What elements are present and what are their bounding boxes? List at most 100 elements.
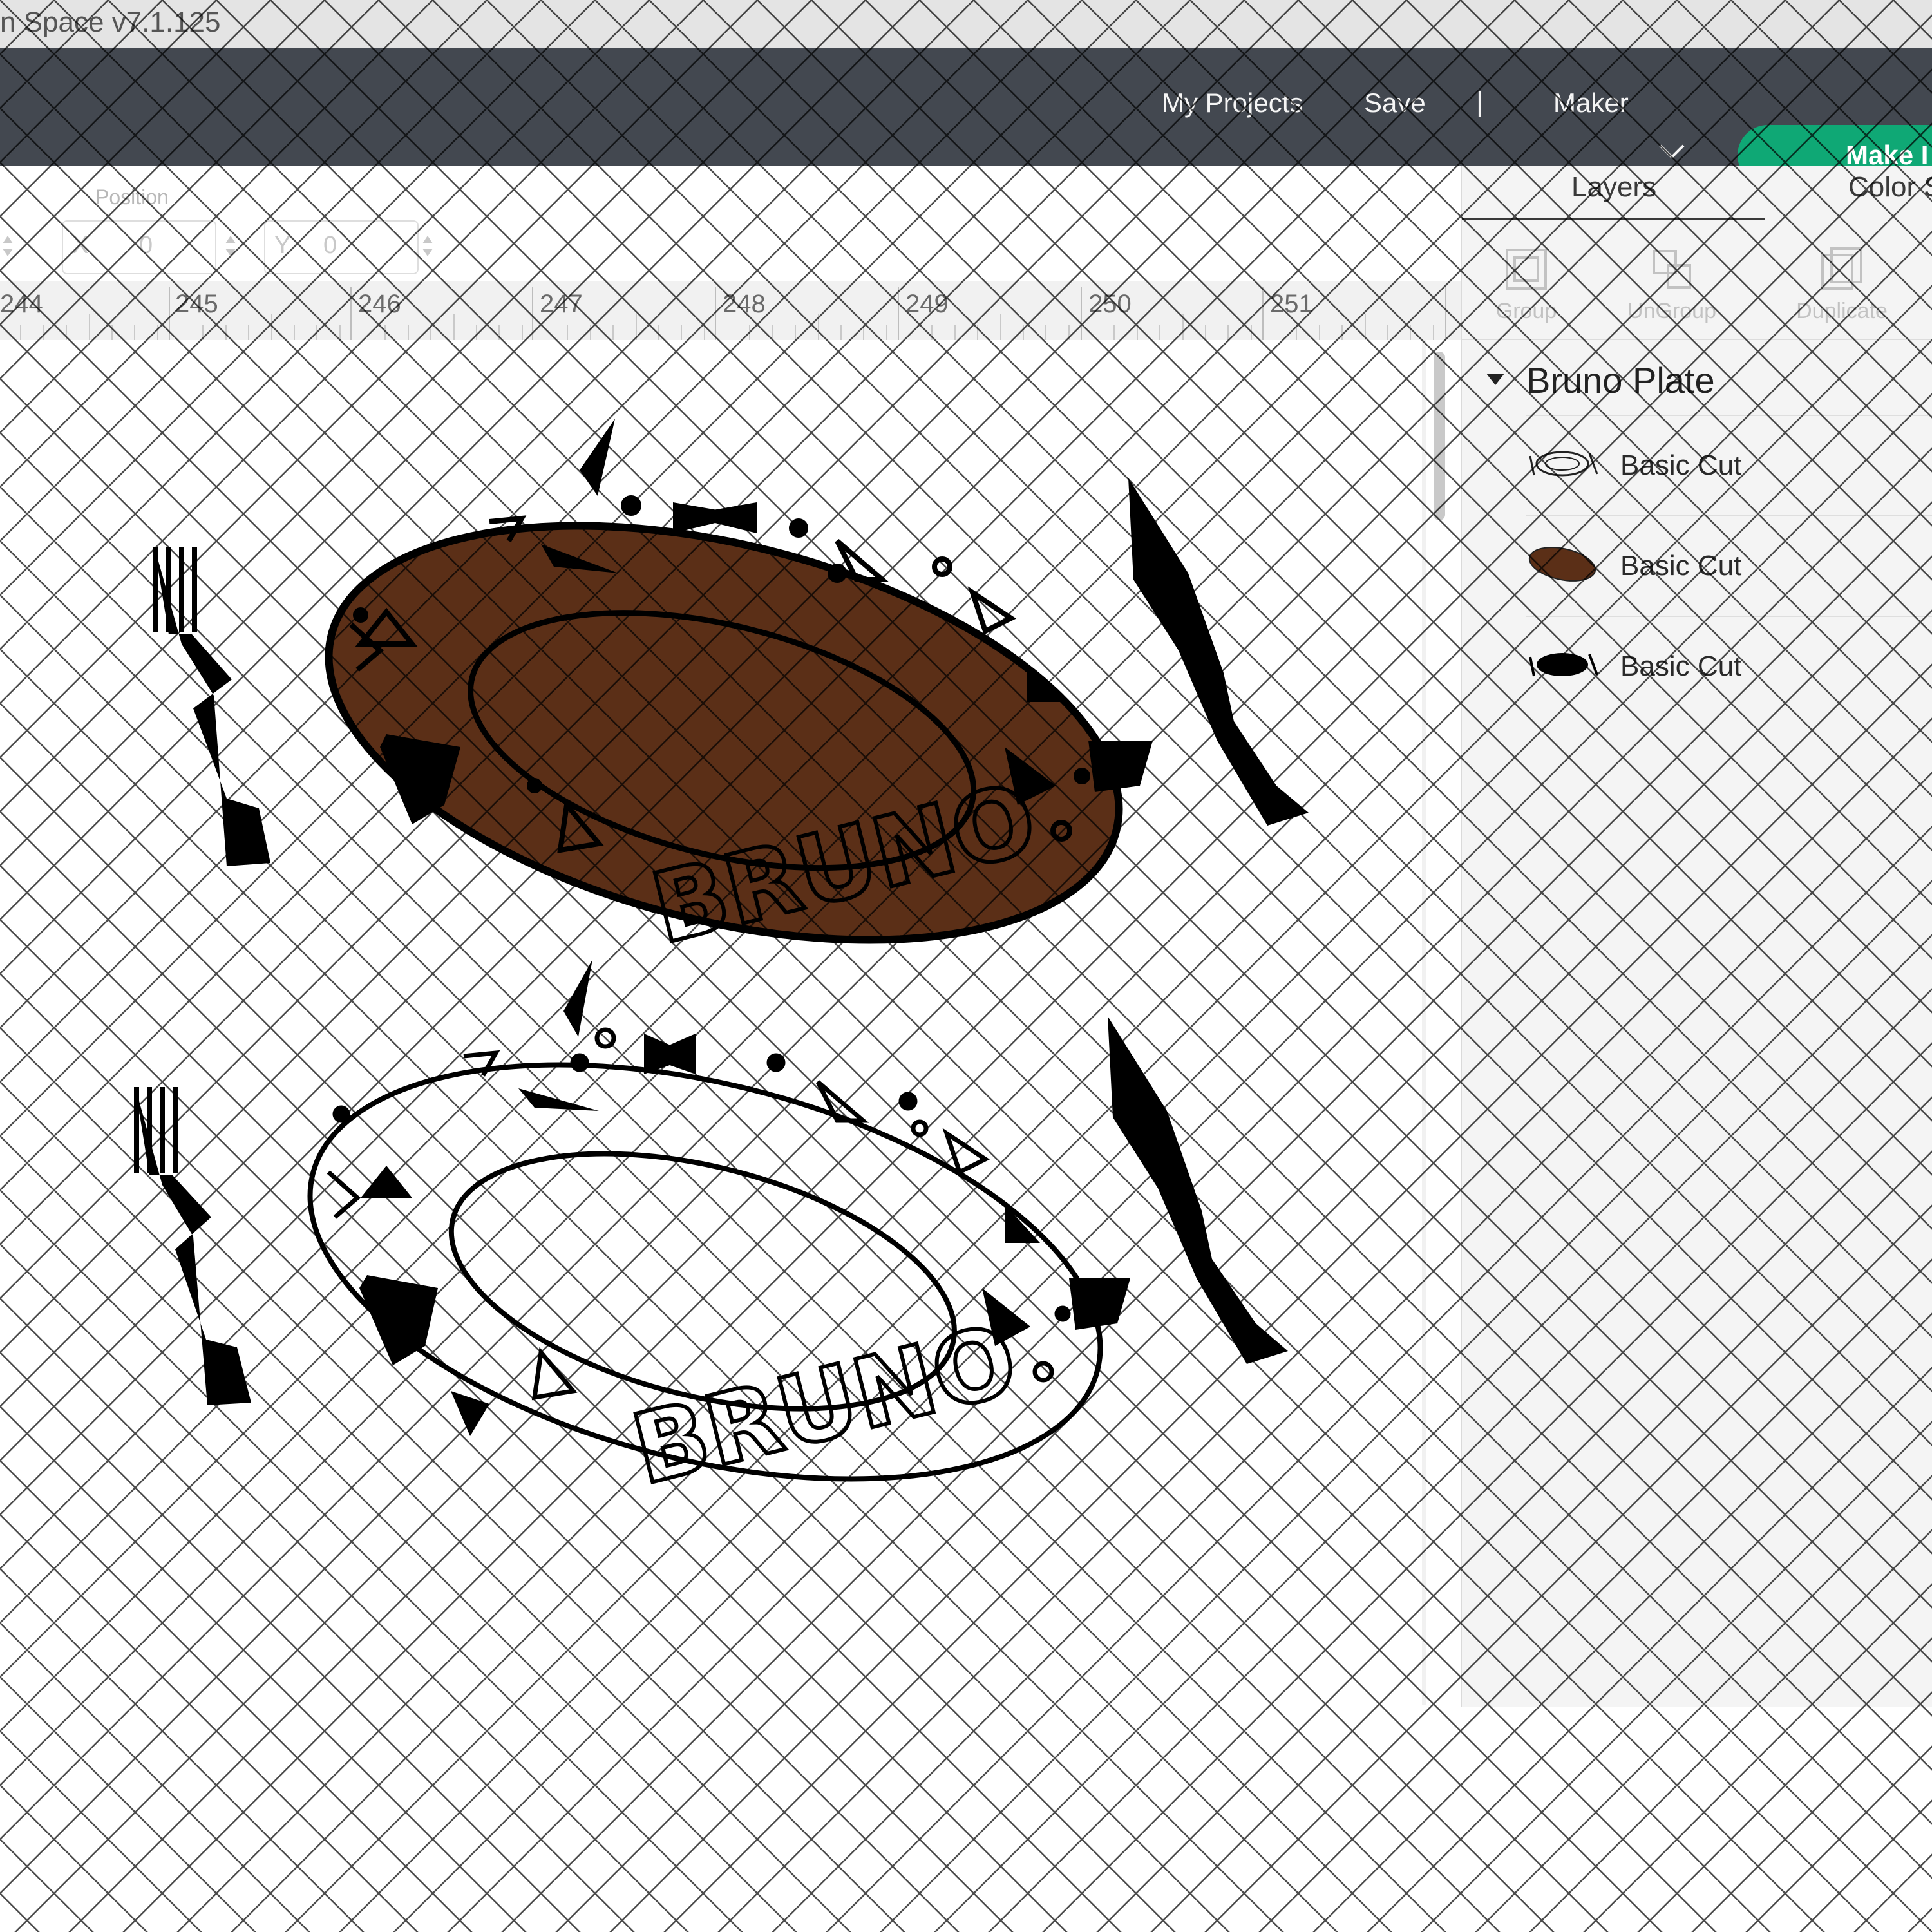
layer-label: Basic Cut: [1620, 550, 1742, 582]
layer-row-brown[interactable]: Basic Cut: [1526, 515, 1932, 617]
design-canvas[interactable]: BRUNO BRUNO: [0, 340, 1461, 1932]
outline-plate-artwork[interactable]: BRUNO: [134, 960, 1288, 1552]
top-fork[interactable]: [153, 547, 270, 866]
brown-plate-icon: [1528, 547, 1596, 582]
ungroup-button[interactable]: UnGroup: [1607, 237, 1736, 334]
layer-row-outline[interactable]: Basic Cut: [1526, 415, 1932, 516]
ruler-minor-tick: [1023, 325, 1024, 340]
ruler-major-tick: [350, 287, 352, 340]
bottom-knife[interactable]: [1108, 1016, 1288, 1364]
ruler-minor-tick: [66, 325, 68, 340]
ruler-label: 251: [1270, 290, 1313, 318]
ruler-minor-tick: [635, 314, 637, 340]
ruler-minor-tick: [772, 325, 773, 340]
ruler-minor-tick: [954, 325, 956, 340]
ruler-major-tick: [1445, 287, 1446, 340]
position-label: Position: [95, 185, 169, 209]
top-knife[interactable]: [1128, 478, 1309, 826]
ruler-minor-tick: [1296, 325, 1298, 340]
duplicate-button[interactable]: Duplicate: [1777, 237, 1906, 334]
brown-plate-artwork[interactable]: BRUNO: [153, 419, 1309, 1013]
ruler-minor-tick: [1182, 314, 1184, 340]
ruler-minor-tick: [1364, 314, 1366, 340]
ruler-major-tick: [1081, 287, 1082, 340]
ruler-minor-tick: [294, 325, 295, 340]
ruler-major-tick: [1262, 287, 1264, 340]
ruler-minor-tick: [1159, 325, 1161, 340]
stepper-arrows-icon[interactable]: [0, 231, 15, 261]
y-stepper-icon[interactable]: [420, 231, 435, 261]
scroll-track: [1422, 340, 1426, 1705]
machine-select[interactable]: Maker: [1553, 88, 1629, 118]
x-stepper-icon[interactable]: [223, 231, 238, 261]
ruler-minor-tick: [407, 325, 409, 340]
my-projects-link[interactable]: My Projects: [1162, 88, 1303, 118]
ruler-minor-tick: [1410, 325, 1412, 340]
design-artwork[interactable]: BRUNO BRUNO: [0, 340, 1461, 1932]
ungroup-icon: [1653, 250, 1691, 289]
ruler-minor-tick: [817, 314, 819, 340]
canvas-scrollbar[interactable]: [1434, 352, 1445, 520]
ruler-minor-tick: [88, 314, 90, 340]
ruler-minor-tick: [863, 325, 865, 340]
ruler-minor-tick: [658, 325, 659, 340]
ruler-minor-tick: [1136, 325, 1138, 340]
duplicate-icon: [1821, 247, 1862, 290]
ruler-minor-tick: [430, 325, 432, 340]
bottom-fork[interactable]: [134, 1087, 251, 1405]
window-titlebar: n Space v7.1.125: [0, 0, 1932, 48]
ruler-major-tick: [169, 287, 170, 340]
x-value: 0: [139, 232, 153, 259]
ruler-minor-tick: [248, 325, 250, 340]
ruler-minor-tick: [20, 325, 22, 340]
horizontal-ruler: 244 245 246 247 248 249 250 251: [0, 281, 1461, 341]
ruler-label: 249: [905, 290, 949, 318]
ruler-label: 244: [0, 290, 43, 318]
layer-label: Basic Cut: [1620, 450, 1742, 481]
ruler-minor-tick: [1250, 325, 1252, 340]
ruler-minor-tick: [453, 314, 455, 340]
position-x-field[interactable]: X 0: [62, 220, 216, 274]
ruler-minor-tick: [795, 325, 797, 340]
ruler-minor-tick: [339, 325, 341, 340]
x-prefix: X: [72, 232, 89, 259]
ruler-minor-tick: [225, 325, 227, 340]
ruler-minor-tick: [840, 325, 842, 340]
chevron-down-icon[interactable]: [1659, 144, 1685, 158]
ruler-minor-tick: [1387, 325, 1388, 340]
layer-group-row[interactable]: Bruno Plate: [1462, 340, 1932, 421]
active-tab-indicator: [1462, 218, 1765, 220]
group-label: Group: [1495, 299, 1557, 323]
header-separator: |: [1476, 86, 1484, 118]
ruler-minor-tick: [1113, 325, 1115, 340]
caret-down-icon[interactable]: [1485, 372, 1506, 386]
ruler-minor-tick: [977, 325, 979, 340]
app-title: n Space v7.1.125: [0, 6, 221, 38]
tab-layers[interactable]: Layers: [1571, 171, 1656, 204]
ruler-minor-tick: [703, 325, 705, 340]
ungroup-label: UnGroup: [1627, 299, 1716, 323]
ruler-major-tick: [715, 287, 716, 340]
ruler-minor-tick: [612, 325, 614, 340]
app-header: My Projects Save | Maker Make I: [0, 48, 1932, 185]
ruler-minor-tick: [498, 325, 500, 340]
ruler-minor-tick: [43, 325, 44, 340]
ruler-minor-tick: [384, 325, 386, 340]
group-button[interactable]: Group: [1462, 237, 1591, 334]
layer-group-name: Bruno Plate: [1526, 360, 1715, 401]
ruler-major-tick: [898, 287, 899, 340]
ruler-label: 248: [723, 290, 766, 318]
layer-row-black[interactable]: Basic Cut: [1526, 616, 1932, 717]
ruler-minor-tick: [521, 325, 523, 340]
tab-color-sync[interactable]: Color S: [1848, 171, 1932, 204]
ruler-minor-tick: [749, 325, 751, 340]
y-value: 0: [323, 232, 337, 259]
y-prefix: Y: [274, 232, 291, 259]
outline-plate-icon: [1529, 451, 1598, 477]
position-y-field[interactable]: Y 0: [264, 220, 419, 274]
ruler-minor-tick: [134, 325, 136, 340]
ruler-minor-tick: [316, 325, 318, 340]
save-link[interactable]: Save: [1364, 88, 1426, 118]
ruler-minor-tick: [202, 325, 204, 340]
ruler-minor-tick: [1432, 325, 1434, 340]
